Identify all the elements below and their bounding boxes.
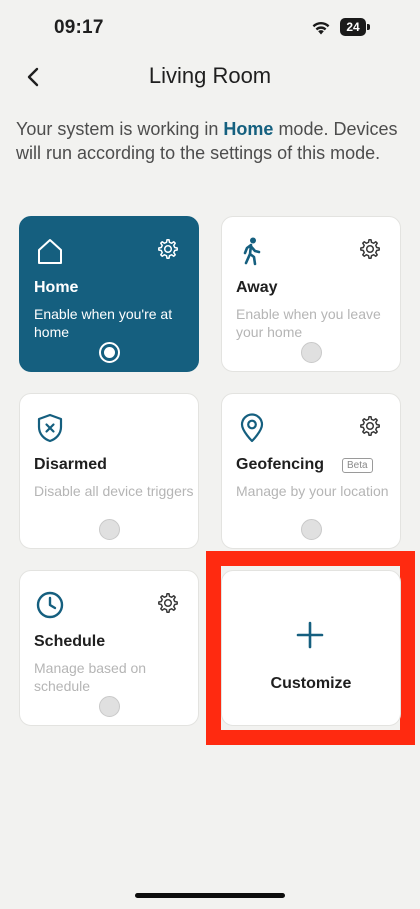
mode-desc: Enable when you're at home <box>34 306 173 340</box>
mode-card-schedule[interactable]: Schedule Manage based on schedule <box>19 570 199 726</box>
mode-radio[interactable] <box>301 519 322 540</box>
home-icon <box>38 239 62 264</box>
mode-desc: Disable all device triggers <box>34 483 194 499</box>
customize-button[interactable]: Customize <box>221 570 401 726</box>
beta-badge: Beta <box>342 458 373 473</box>
status-time: 09:17 <box>54 17 104 38</box>
customize-label: Customize <box>270 675 352 692</box>
mode-radio[interactable] <box>301 342 322 363</box>
description-prefix: Your system is working in <box>16 119 224 139</box>
status-bar: 09:17 24 <box>0 0 420 56</box>
mode-title: Away <box>236 279 278 296</box>
mode-card-away[interactable]: Away Enable when you leave your home <box>221 216 401 372</box>
mode-radio[interactable] <box>99 519 120 540</box>
settings-gear-icon[interactable] <box>156 591 180 615</box>
page-title: Living Room <box>148 63 272 88</box>
mode-title: Geofencing <box>236 456 325 473</box>
mode-radio-selected[interactable] <box>99 342 120 363</box>
wifi-icon <box>312 21 330 35</box>
settings-gear-icon[interactable] <box>358 237 382 261</box>
mode-title: Home <box>34 279 79 296</box>
mode-desc: Enable when you leave your home <box>236 306 381 340</box>
mode-radio[interactable] <box>99 696 120 717</box>
mode-desc: Manage by your location <box>236 483 389 499</box>
mode-title: Schedule <box>34 633 106 650</box>
battery-icon: 24 <box>340 18 370 36</box>
mode-card-home[interactable]: Home Enable when you're at home <box>19 216 199 372</box>
mode-description: Your system is working in Home mode. Dev… <box>16 118 406 165</box>
plus-icon <box>296 621 324 649</box>
location-pin-icon <box>240 413 264 443</box>
shield-x-icon <box>37 413 63 443</box>
mode-card-geofencing[interactable]: Geofencing Beta Manage by your location <box>221 393 401 549</box>
current-mode-link[interactable]: Home <box>223 119 273 139</box>
settings-gear-icon[interactable] <box>156 237 180 261</box>
clock-icon <box>36 591 64 619</box>
mode-card-disarmed[interactable]: Disarmed Disable all device triggers <box>19 393 199 549</box>
walking-person-icon <box>243 237 261 266</box>
home-indicator <box>135 893 285 898</box>
mode-desc: Manage based on schedule <box>34 660 147 694</box>
battery-level: 24 <box>346 20 360 34</box>
mode-title: Disarmed <box>34 456 107 473</box>
settings-gear-icon[interactable] <box>358 414 382 438</box>
